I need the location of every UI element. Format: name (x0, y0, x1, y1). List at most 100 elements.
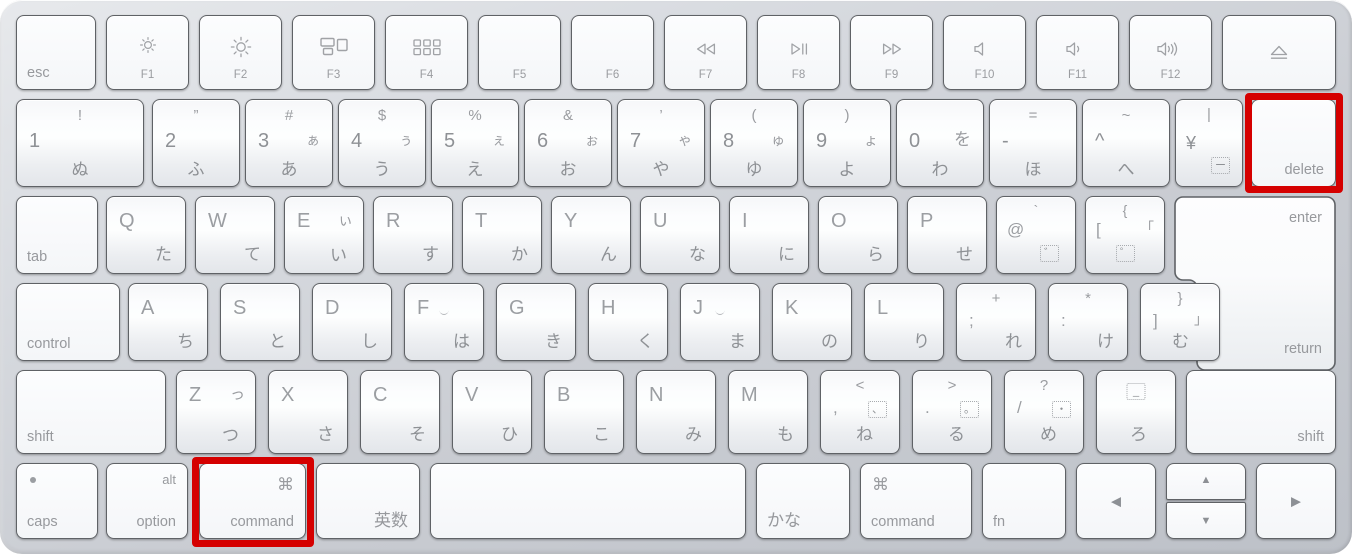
key-label: 3 (258, 130, 270, 152)
key-kana-label: ひ (501, 425, 518, 444)
key-h[interactable]: H く (588, 283, 668, 361)
key-g[interactable]: G き (496, 283, 576, 361)
key-u[interactable]: U な (640, 196, 720, 274)
key-bracket-left[interactable]: { [ 「 ゜ (1085, 196, 1165, 274)
key-caps[interactable]: caps (16, 463, 98, 539)
key-f9[interactable]: F9 (850, 15, 933, 90)
key-8[interactable]: ( 8 ゅ ゆ (710, 99, 798, 187)
key-5[interactable]: % 5 ぇ え (431, 99, 519, 187)
key-label: R (386, 210, 401, 232)
key-b[interactable]: B こ (544, 370, 624, 454)
key-kana-label: は (453, 332, 470, 351)
key-y[interactable]: Y ん (551, 196, 631, 274)
key-semicolon[interactable]: + ; れ (956, 283, 1036, 361)
key-m[interactable]: M も (728, 370, 808, 454)
key-label: 4 (351, 130, 363, 152)
key-fn[interactable]: fn (982, 463, 1066, 539)
key-1[interactable]: ! 1 ぬ (16, 99, 144, 187)
key-yen[interactable]: | ¥ ー (1175, 99, 1243, 187)
key-f5[interactable]: F5 (478, 15, 561, 90)
key-arrow-up[interactable]: ▲ (1166, 463, 1246, 500)
key-o[interactable]: O ら (818, 196, 898, 274)
key-x[interactable]: X さ (268, 370, 348, 454)
key-w[interactable]: W て (195, 196, 275, 274)
key-v[interactable]: V ひ (452, 370, 532, 454)
key-kana-label: む (1172, 332, 1189, 351)
key-k[interactable]: K の (772, 283, 852, 361)
key-kana-label: ろ (1130, 425, 1147, 444)
key-backslash[interactable]: _ ろ (1096, 370, 1176, 454)
key-f8[interactable]: F8 (757, 15, 840, 90)
key-label: F1 (140, 68, 155, 81)
key-caret[interactable]: ~ ^ へ (1082, 99, 1170, 187)
key-esc[interactable]: esc (16, 15, 96, 90)
key-shift-label: ~ (1121, 107, 1131, 124)
key-r[interactable]: R す (373, 196, 453, 274)
key-f10[interactable]: F10 (943, 15, 1026, 90)
key-eject[interactable] (1222, 15, 1336, 90)
key-slash[interactable]: ? / ・ め (1004, 370, 1084, 454)
key-shift-right[interactable]: shift (1186, 370, 1336, 454)
key-eisu[interactable]: 英数 (316, 463, 420, 539)
key-comma[interactable]: < , 、 ね (820, 370, 900, 454)
key-j[interactable]: J ま (680, 283, 760, 361)
key-9[interactable]: ) 9 ょ よ (803, 99, 891, 187)
key-option[interactable]: alt option (106, 463, 188, 539)
key-f2[interactable]: F2 (199, 15, 282, 90)
key-2[interactable]: ” 2 ふ (152, 99, 240, 187)
key-f3[interactable]: F3 (292, 15, 375, 90)
key-minus[interactable]: = - ほ (989, 99, 1077, 187)
key-label: - (1002, 130, 1009, 152)
key-0[interactable]: 0 を わ (896, 99, 984, 187)
key-arrow-right[interactable]: ▶ (1256, 463, 1336, 539)
key-i[interactable]: I に (729, 196, 809, 274)
key-f1[interactable]: F1 (106, 15, 189, 90)
key-kana-label: ら (867, 245, 884, 264)
key-colon[interactable]: * : け (1048, 283, 1128, 361)
key-4[interactable]: $ 4 ぅ う (338, 99, 426, 187)
key-kana-label: ゆ (745, 160, 763, 179)
key-f11[interactable]: F11 (1036, 15, 1119, 90)
key-z[interactable]: Z っ つ (176, 370, 256, 454)
key-kana-label: い (330, 246, 347, 265)
key-6[interactable]: & 6 ぉ お (524, 99, 612, 187)
key-delete[interactable]: delete (1251, 99, 1336, 187)
key-f12[interactable]: F12 (1129, 15, 1212, 90)
key-arrow-left[interactable]: ◀ (1076, 463, 1156, 539)
key-arrow-down[interactable]: ▼ (1166, 502, 1246, 539)
key-label: tab (27, 248, 48, 265)
key-period[interactable]: > . 。 る (912, 370, 992, 454)
key-f[interactable]: F は (404, 283, 484, 361)
key-d[interactable]: D し (312, 283, 392, 361)
key-q[interactable]: Q た (106, 196, 186, 274)
key-s[interactable]: S と (220, 283, 300, 361)
key-shift-left[interactable]: shift (16, 370, 166, 454)
key-l[interactable]: L り (864, 283, 944, 361)
key-a[interactable]: A ち (128, 283, 208, 361)
key-7[interactable]: ’ 7 ゃ や (617, 99, 705, 187)
key-space[interactable] (430, 463, 746, 539)
magic-keyboard: esc F1 F2 F3 F4 F5 F6 F7 F8 F9 F10 F11 F… (0, 0, 1352, 554)
key-kana-label: か (511, 245, 528, 264)
key-kana[interactable]: かな (756, 463, 850, 539)
key-f6[interactable]: F6 (571, 15, 654, 90)
key-f4[interactable]: F4 (385, 15, 468, 90)
key-label: control (27, 335, 71, 352)
key-tab[interactable]: tab (16, 196, 98, 274)
key-p[interactable]: P せ (907, 196, 987, 274)
key-n[interactable]: N み (636, 370, 716, 454)
command-glyph-icon: ⌘ (872, 475, 889, 494)
key-control[interactable]: control (16, 283, 120, 361)
key-kana-label: け (1097, 332, 1114, 351)
key-bracket-right[interactable]: } ] 」 む (1140, 283, 1220, 361)
key-e[interactable]: E ぃ い (284, 196, 364, 274)
key-3[interactable]: # 3 ぁ あ (245, 99, 333, 187)
key-c[interactable]: C そ (360, 370, 440, 454)
key-f7[interactable]: F7 (664, 15, 747, 90)
key-at[interactable]: ` @ ゛ (996, 196, 1076, 274)
key-shift-label: ! (77, 107, 83, 124)
key-command-right[interactable]: ⌘ command (860, 463, 972, 539)
key-command-left[interactable]: ⌘ command (199, 463, 306, 539)
key-t[interactable]: T か (462, 196, 542, 274)
key-label: esc (27, 64, 50, 81)
